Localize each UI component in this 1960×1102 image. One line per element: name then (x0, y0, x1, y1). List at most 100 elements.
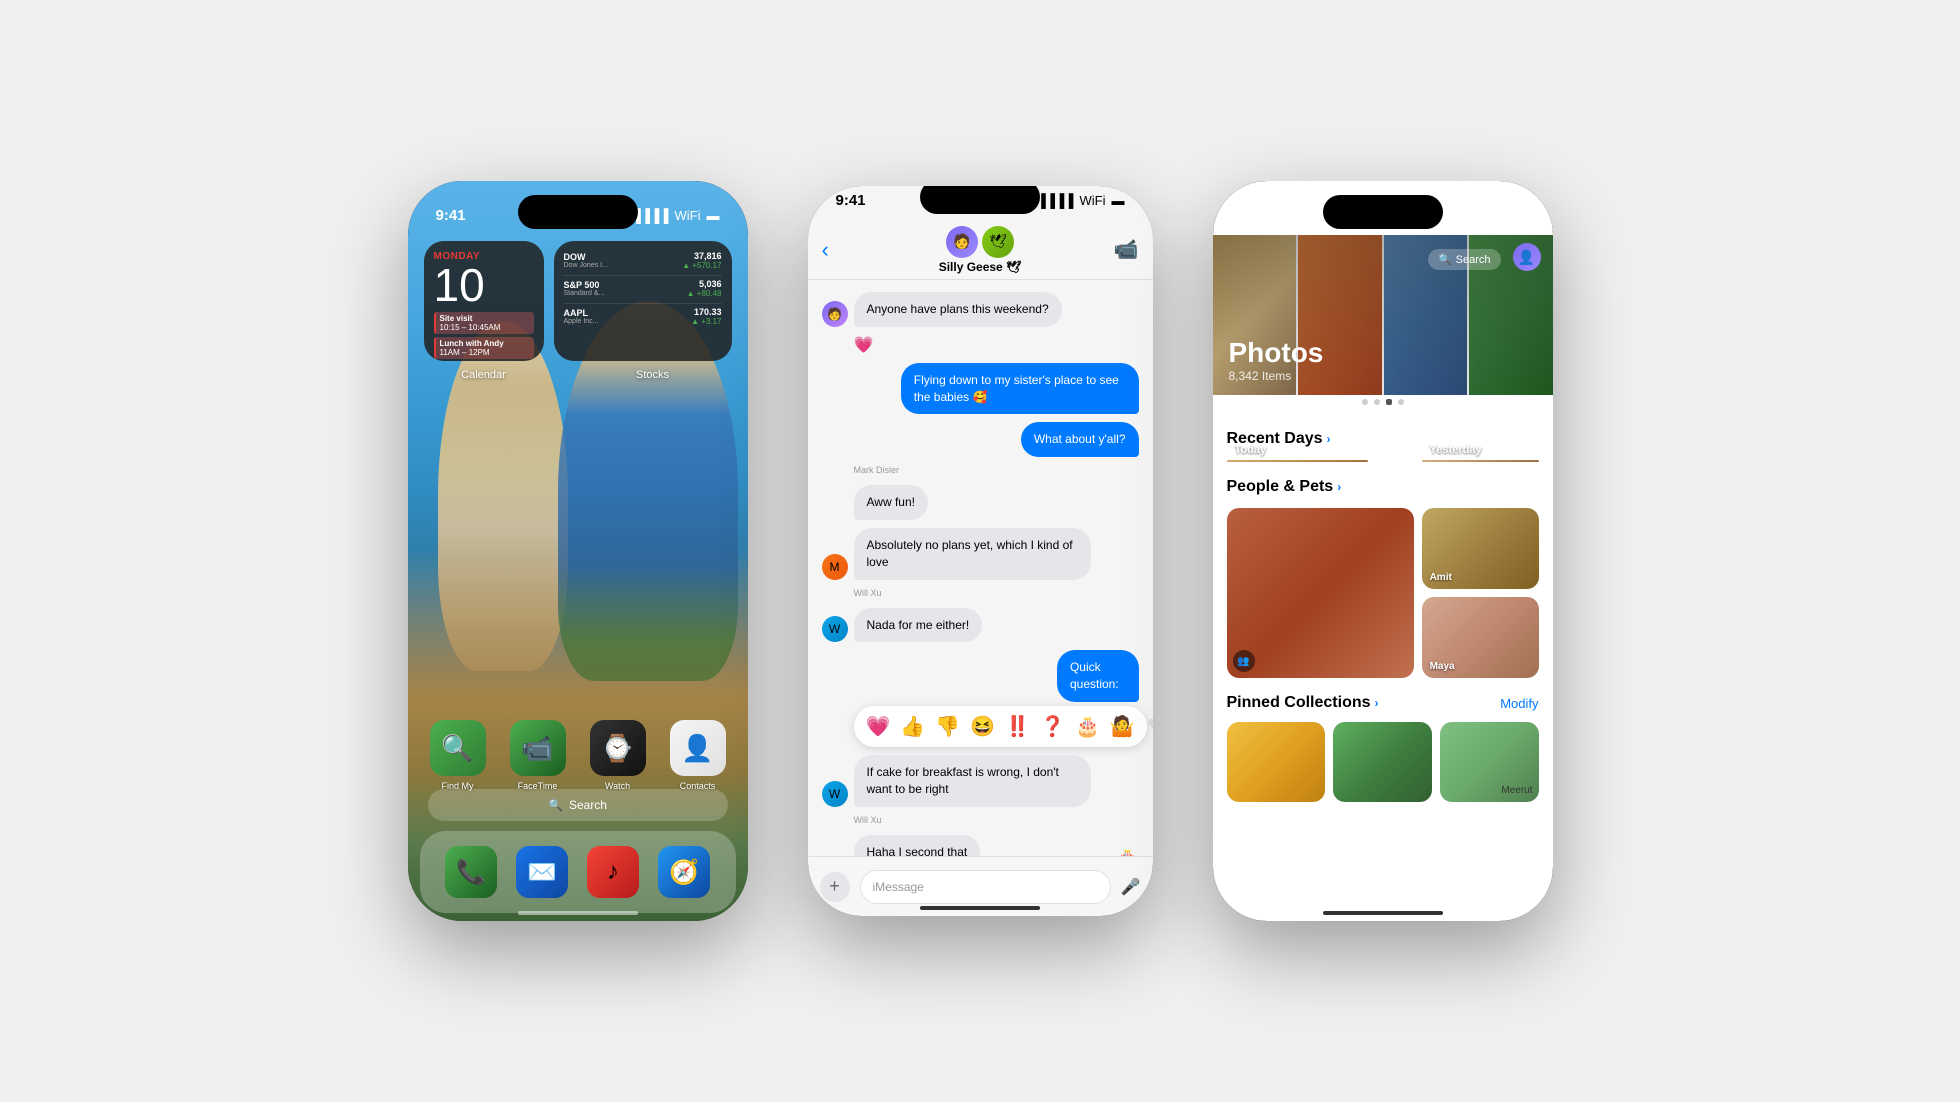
wifi-3: WiFi (1480, 208, 1506, 223)
tapback-haha[interactable]: 😆 (970, 714, 995, 739)
tapback-bar[interactable]: 💗 👍 👎 😆 ‼️ ❓ 🎂 🤷 (854, 706, 1147, 747)
cal-date: 10 (434, 262, 534, 308)
app-contacts[interactable]: 👤 Contacts (664, 720, 732, 791)
app-facetime[interactable]: 📹 FaceTime (504, 720, 572, 791)
tapback-shrug[interactable]: 🤷 (1110, 714, 1135, 739)
dynamic-island-2 (920, 186, 1040, 214)
message-add-button[interactable]: + (820, 872, 850, 902)
back-button[interactable]: ‹ (822, 237, 829, 263)
maya-label: Maya (1430, 661, 1455, 672)
tapback-exclaim[interactable]: ‼️ (1005, 714, 1030, 739)
calendar-widget[interactable]: Monday 10 Site visit 10:15 – 10:45AM Lun… (424, 241, 544, 361)
dock: 📞 ✉️ ♪ 🧭 (420, 831, 736, 913)
app-watch[interactable]: ⌚ Watch (584, 720, 652, 791)
time-3: 9:41 (1241, 207, 1271, 224)
cake-reaction: 🎂 (1116, 848, 1138, 856)
msg-bubble-1: Anyone have plans this weekend? (854, 292, 1062, 327)
phone2-frame: 9:41 ▐▐▐▐ WiFi ▬ ‹ 🧑 🕊 (808, 186, 1153, 916)
photos-search-button[interactable]: 🔍 Search (1428, 249, 1501, 270)
video-call-button[interactable]: 📹 (1114, 237, 1139, 262)
contact-name: Silly Geese 🕊 (939, 260, 1022, 274)
stock-price-2: 5,036 (687, 279, 722, 289)
maya-card[interactable]: Maya (1422, 597, 1539, 678)
home-indicator-1 (518, 911, 638, 915)
msg-row-cake: W If cake for breakfast is wrong, I don'… (822, 755, 1139, 807)
msg-row-quick: Quick question: (1030, 650, 1139, 702)
stock-change-3: ▲ +3.17 (691, 317, 721, 326)
people-small-col: Amit Maya (1422, 508, 1539, 678)
dock-music[interactable]: ♪ (587, 846, 639, 898)
widgets-row: Monday 10 Site visit 10:15 – 10:45AM Lun… (424, 241, 732, 361)
tapback-heart[interactable]: 💗 (866, 714, 891, 739)
pinned-header: Pinned Collections › Modify (1227, 694, 1539, 712)
imessage-input[interactable]: iMessage (860, 870, 1111, 904)
today-card[interactable]: Today (1227, 460, 1414, 462)
sender-will-2: Will Xu (854, 815, 1139, 825)
dot-1 (1362, 399, 1368, 405)
photos-content: Recent Days › Today (1213, 416, 1553, 921)
status-bar-3: 9:41 ▐▐▐▐ WiFi ▬ (1213, 181, 1553, 235)
people-pets-chevron: › (1337, 480, 1341, 494)
stock-sub-1: Dow Jones I... (564, 262, 608, 269)
findmy-icon: 🔍 (430, 720, 486, 776)
msg-bubble-cake: If cake for breakfast is wrong, I don't … (854, 755, 1092, 807)
people-pets-header: People & Pets › (1227, 478, 1539, 496)
map-label: Meerut (1501, 785, 1532, 796)
photos-count: 8,342 Items (1229, 369, 1537, 383)
search-label-photos: Search (1456, 254, 1491, 266)
microphone-button[interactable]: 🎤 (1121, 877, 1141, 897)
search-label: Search (569, 798, 607, 812)
stocks-widget-label: Stocks (558, 369, 748, 381)
imessage-placeholder: iMessage (873, 880, 924, 894)
dock-safari[interactable]: 🧭 (658, 846, 710, 898)
stock-price-3: 170.33 (691, 307, 721, 317)
time-2: 9:41 (836, 192, 866, 209)
amit-label: Amit (1430, 572, 1452, 583)
tapback-question[interactable]: ❓ (1040, 714, 1065, 739)
pinned-card-1[interactable] (1227, 722, 1326, 802)
stock-row-2: S&P 500 Standard &... 5,036 ▲ +80.48 (564, 279, 722, 298)
watch-icon: ⌚ (590, 720, 646, 776)
tapback-thumbsdown[interactable]: 👎 (935, 714, 960, 739)
app-findmy[interactable]: 🔍 Find My (424, 720, 492, 791)
msg-bubble-will-1: Nada for me either! (854, 608, 983, 643)
photos-profile-button[interactable]: 👤 (1513, 243, 1541, 271)
amit-card[interactable]: Amit (1422, 508, 1539, 589)
app-grid: 🔍 Find My 📹 FaceTime ⌚ Watch (424, 720, 732, 791)
today-card-main: Today (1227, 460, 1368, 462)
status-bar-1: 9:41 ▐▐▐▐ WiFi ▬ (408, 181, 748, 235)
msg-bubble-quick: Quick question: (1057, 650, 1139, 702)
status-icons-3: ▐▐▐▐ WiFi ▬ (1437, 208, 1525, 223)
msg-bubble-mark-2: Absolutely no plans yet, which I kind of… (854, 528, 1092, 580)
spotlight-search[interactable]: 🔍 Search (428, 789, 728, 821)
pinned-row: Meerut (1227, 722, 1539, 802)
msg-bubble-haha: Haha I second that (854, 835, 981, 856)
contact-avatar-1: 🧑 (946, 226, 978, 258)
calendar-widget-label: Calendar (424, 369, 544, 381)
search-icon-photos: 🔍 (1438, 253, 1452, 266)
status-bar-2: 9:41 ▐▐▐▐ WiFi ▬ (808, 186, 1153, 220)
pinned-card-3[interactable]: Meerut (1440, 722, 1539, 802)
dock-phone[interactable]: 📞 (445, 846, 497, 898)
photos-title-area: Photos 8,342 Items (1213, 235, 1553, 395)
contact-info[interactable]: 🧑 🕊 Silly Geese 🕊 (939, 226, 1022, 274)
recent-days-grid: Today Yesterday (1227, 460, 1539, 462)
tapback-cake[interactable]: 🎂 (1075, 714, 1100, 739)
pinned-title[interactable]: Pinned Collections › (1227, 694, 1379, 712)
sender-mark: Mark Disler (854, 465, 1139, 475)
modify-button[interactable]: Modify (1500, 696, 1538, 711)
stock-price-1: 37,816 (682, 251, 721, 261)
sender-will-1: Will Xu (854, 588, 1139, 598)
yesterday-card[interactable]: Yesterday (1422, 460, 1539, 462)
pinned-card-2[interactable] (1333, 722, 1432, 802)
tapback-thumbsup[interactable]: 👍 (900, 714, 925, 739)
compose-icon[interactable]: ✎ (1147, 716, 1153, 737)
people-pets-title[interactable]: People & Pets › (1227, 478, 1342, 496)
heart-reaction: 💗 (854, 335, 874, 355)
stock-change-2: ▲ +80.48 (687, 289, 722, 298)
stocks-widget[interactable]: DOW Dow Jones I... 37,816 ▲ +570.17 S (554, 241, 732, 361)
event2-name: Lunch with Andy (440, 339, 530, 348)
dock-mail[interactable]: ✉️ (516, 846, 568, 898)
recent-days-header: Recent Days › (1227, 430, 1539, 448)
people-card-group[interactable]: 👥 (1227, 508, 1414, 678)
